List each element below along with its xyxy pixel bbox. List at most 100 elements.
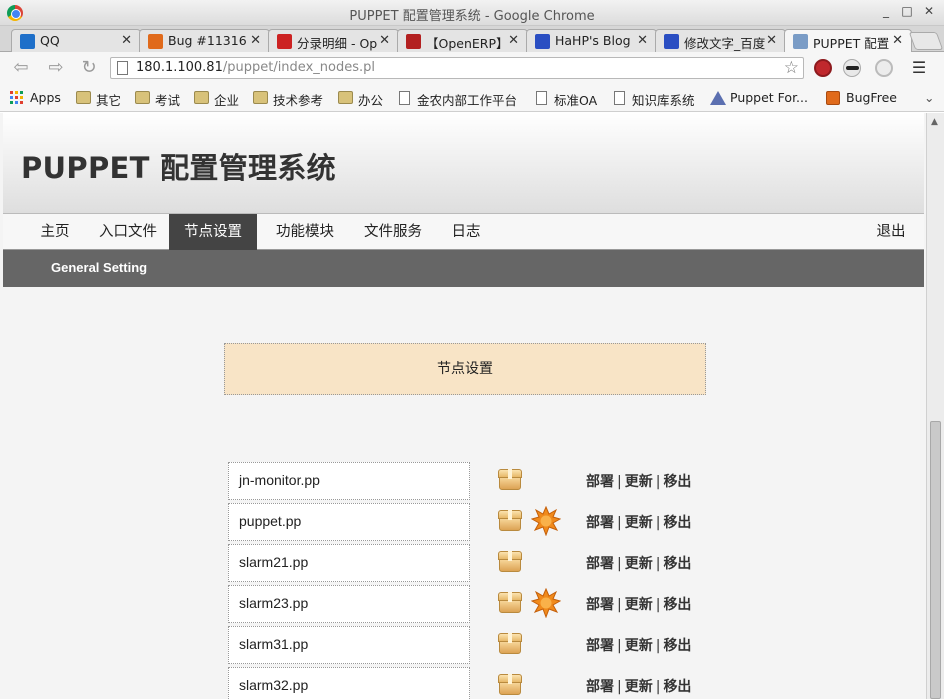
bookmarks-bar: Apps 其它 考试 企业 技术参考 办公 金农内部工作平台 标准OA 知识库系… xyxy=(0,84,944,112)
bookmark-folder[interactable]: 技术参考 xyxy=(253,90,323,109)
node-name: slarm21.pp xyxy=(228,544,470,582)
bookmark-folder[interactable]: 其它 xyxy=(76,90,121,109)
bookmark-page[interactable]: 知识库系统 xyxy=(612,90,695,109)
tab-openerp[interactable]: 【OpenERP】 ✕ xyxy=(397,29,528,52)
adblock-extension-icon[interactable] xyxy=(814,59,832,77)
remove-link[interactable]: 移出 xyxy=(663,474,691,490)
remove-link[interactable]: 移出 xyxy=(663,597,691,613)
section-title: 节点设置 xyxy=(224,343,706,395)
node-row: slarm32.pp 部署 | 更新 | 移出 xyxy=(228,667,708,699)
update-link[interactable]: 更新 xyxy=(625,515,653,531)
deploy-link[interactable]: 部署 xyxy=(586,679,614,695)
update-link[interactable]: 更新 xyxy=(625,474,653,490)
package-box-icon[interactable] xyxy=(498,633,522,655)
tab-puppet[interactable]: PUPPET 配置 ✕ xyxy=(784,29,912,53)
new-tab-button[interactable] xyxy=(908,32,944,50)
back-arrow-icon[interactable]: ⇦ xyxy=(10,58,32,78)
separator: | xyxy=(617,556,622,572)
close-tab-icon[interactable]: ✕ xyxy=(121,33,132,48)
bookmark-star-icon[interactable]: ☆ xyxy=(784,58,799,78)
bookmark-page[interactable]: 标准OA xyxy=(534,90,597,109)
close-tab-icon[interactable]: ✕ xyxy=(508,33,519,48)
circle-extension-icon[interactable] xyxy=(875,59,893,77)
nav-entry-files[interactable]: 入口文件 xyxy=(89,214,167,250)
deploy-link[interactable]: 部署 xyxy=(586,556,614,572)
close-tab-icon[interactable]: ✕ xyxy=(637,33,648,48)
folder-icon xyxy=(338,91,353,104)
window-title: PUPPET 配置管理系统 - Google Chrome xyxy=(349,9,595,24)
bookmark-label: 知识库系统 xyxy=(632,93,695,108)
tab-bug[interactable]: Bug #11316 ✕ xyxy=(139,29,270,52)
bookmark-label: 办公 xyxy=(358,93,384,108)
tab-blog[interactable]: HaHP's Blog ✕ xyxy=(526,29,657,52)
logout-link[interactable]: 退出 xyxy=(869,214,913,250)
separator: | xyxy=(655,474,661,490)
folder-icon xyxy=(76,91,91,104)
close-tab-icon[interactable]: ✕ xyxy=(892,33,903,48)
update-link[interactable]: 更新 xyxy=(625,679,653,695)
bookmark-bugfree[interactable]: BugFree xyxy=(826,90,897,105)
remove-link[interactable]: 移出 xyxy=(663,638,691,654)
close-tab-icon[interactable]: ✕ xyxy=(766,33,777,48)
nav-file-service[interactable]: 文件服务 xyxy=(353,214,433,250)
close-window-button[interactable]: ✕ xyxy=(921,4,937,18)
incognito-extension-icon[interactable] xyxy=(843,59,861,77)
update-link[interactable]: 更新 xyxy=(625,638,653,654)
deploy-link[interactable]: 部署 xyxy=(586,597,614,613)
starburst-icon[interactable] xyxy=(531,588,561,618)
package-box-icon[interactable] xyxy=(498,469,522,491)
bookmark-folder[interactable]: 办公 xyxy=(338,90,383,109)
reload-icon[interactable]: ↻ xyxy=(78,58,100,78)
close-tab-icon[interactable]: ✕ xyxy=(250,33,261,48)
node-row: slarm31.pp 部署 | 更新 | 移出 xyxy=(228,626,708,664)
tab-qq[interactable]: QQ ✕ xyxy=(11,29,141,52)
package-box-icon[interactable] xyxy=(498,674,522,696)
remove-link[interactable]: 移出 xyxy=(663,556,691,572)
update-link[interactable]: 更新 xyxy=(625,597,653,613)
menu-icon[interactable]: ☰ xyxy=(908,58,930,78)
node-row: puppet.pp 部署 | 更新 | 移出 xyxy=(228,503,708,541)
package-box-icon[interactable] xyxy=(498,592,522,614)
address-bar[interactable]: 180.1.100.81/puppet/index_nodes.pl ☆ xyxy=(110,57,804,79)
starburst-icon[interactable] xyxy=(531,506,561,536)
maximize-button[interactable]: □ xyxy=(899,4,915,18)
folder-icon xyxy=(135,91,150,104)
deploy-link[interactable]: 部署 xyxy=(586,515,614,531)
node-name: slarm23.pp xyxy=(228,585,470,623)
nav-modules[interactable]: 功能模块 xyxy=(265,214,345,250)
bookmark-folder[interactable]: 考试 xyxy=(135,90,180,109)
puppet-icon xyxy=(793,34,808,49)
vertical-scrollbar[interactable]: ▲ xyxy=(926,113,944,699)
remove-link[interactable]: 移出 xyxy=(663,515,691,531)
scroll-up-arrow-icon[interactable]: ▲ xyxy=(931,117,938,127)
deploy-link[interactable]: 部署 xyxy=(586,474,614,490)
nav-node-settings[interactable]: 节点设置 xyxy=(169,214,257,250)
nav-logs[interactable]: 日志 xyxy=(441,214,491,250)
scrollbar-thumb[interactable] xyxy=(930,421,941,699)
bookmark-folder[interactable]: 企业 xyxy=(194,90,239,109)
baidu-paw-icon xyxy=(664,34,679,49)
bookmark-puppet[interactable]: Puppet For... xyxy=(710,90,808,105)
tab-opera[interactable]: 分录明细 - Op ✕ xyxy=(268,29,399,52)
bookmarks-more-chevron-icon[interactable]: ⌄ xyxy=(904,90,934,105)
bookmark-apps[interactable]: Apps xyxy=(10,90,61,105)
deploy-link[interactable]: 部署 xyxy=(586,638,614,654)
address-text[interactable]: 180.1.100.81/puppet/index_nodes.pl xyxy=(136,60,375,75)
forward-arrow-icon[interactable]: ⇨ xyxy=(45,58,67,78)
package-box-icon[interactable] xyxy=(498,510,522,532)
separator: | xyxy=(617,679,622,695)
bookmark-page[interactable]: 金农内部工作平台 xyxy=(397,90,517,109)
close-tab-icon[interactable]: ✕ xyxy=(379,33,390,48)
separator: | xyxy=(617,597,622,613)
update-link[interactable]: 更新 xyxy=(625,556,653,572)
minimize-button[interactable]: _ xyxy=(878,4,894,18)
general-setting-link[interactable]: General Setting xyxy=(51,260,147,275)
tab-baidu[interactable]: 修改文字_百度 ✕ xyxy=(655,29,786,52)
bookmark-label: BugFree xyxy=(846,90,897,105)
node-actions: 部署 | 更新 | 移出 xyxy=(586,512,691,532)
bugfree-icon xyxy=(148,34,163,49)
tab-label: QQ xyxy=(40,33,60,48)
package-box-icon[interactable] xyxy=(498,551,522,573)
nav-home[interactable]: 主页 xyxy=(25,214,85,250)
remove-link[interactable]: 移出 xyxy=(663,679,691,695)
